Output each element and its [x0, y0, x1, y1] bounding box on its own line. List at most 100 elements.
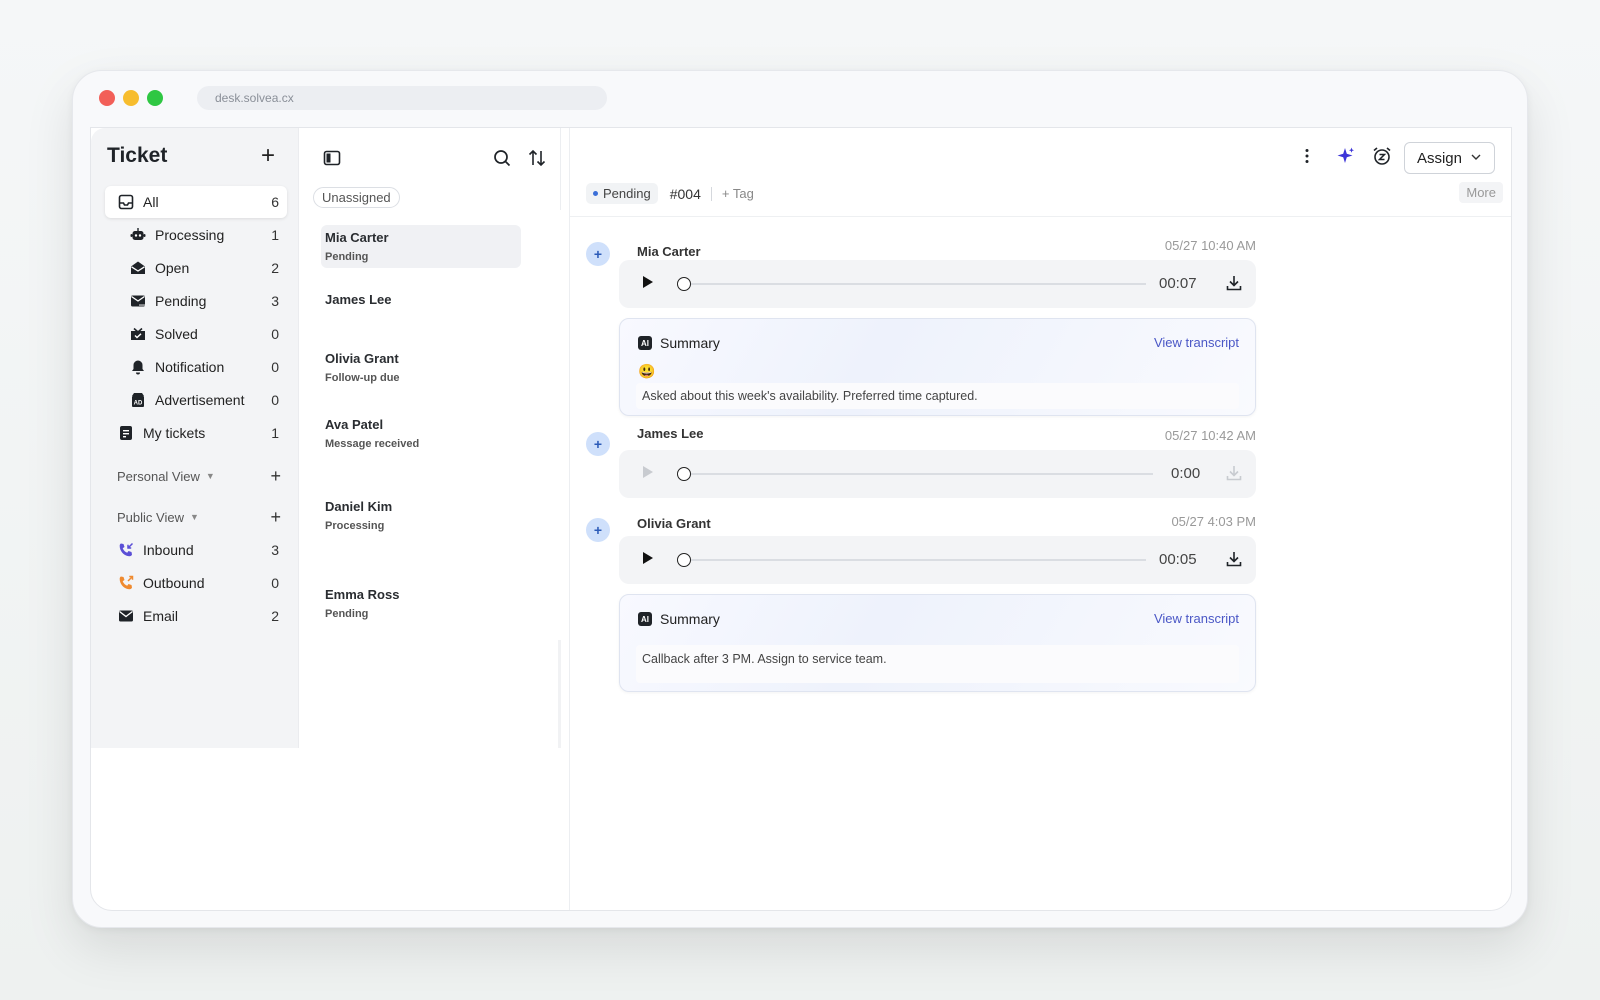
sidebar-item-label: Notification: [155, 359, 225, 375]
ticket-item[interactable]: Olivia Grant Follow-up due: [321, 346, 521, 389]
summary-text: Callback after 3 PM. Assign to service t…: [636, 645, 1239, 683]
sidebar-item-outbound[interactable]: Outbound 0: [105, 567, 287, 599]
audio-progress-track[interactable]: [691, 559, 1146, 561]
ticket-item[interactable]: Daniel Kim Processing: [321, 494, 521, 537]
inbox-icon: [117, 194, 135, 210]
sidebar-item-processing[interactable]: Processing 1: [105, 219, 287, 251]
play-icon[interactable]: [643, 466, 653, 478]
message-time: 05/27 4:03 PM: [1171, 514, 1256, 529]
message-time: 05/27 10:42 AM: [1164, 428, 1256, 443]
sidebar-item-label: My tickets: [143, 425, 206, 441]
add-tag-button[interactable]: + Tag: [722, 186, 754, 201]
filter-chip-unassigned[interactable]: Unassigned: [313, 187, 400, 208]
sidebar-item-label: Processing: [155, 227, 225, 243]
view-transcript-link[interactable]: View transcript: [1154, 611, 1239, 626]
ai-summary-card: AI Summary View transcript 😃 Asked about…: [619, 318, 1256, 416]
add-personal-view-button[interactable]: +: [270, 466, 281, 487]
play-icon[interactable]: [643, 276, 653, 288]
assign-button[interactable]: Assign: [1403, 142, 1495, 174]
status-badge[interactable]: Pending: [586, 183, 658, 204]
avatar: +: [586, 518, 610, 542]
mail-icon: [117, 608, 135, 624]
sidebar-item-count: 0: [271, 359, 279, 375]
audio-player: 00:05: [619, 536, 1256, 584]
ai-summary-card: AI Summary View transcript Callback afte…: [619, 594, 1256, 692]
list-scrollbar[interactable]: [558, 210, 561, 640]
document-icon: [117, 425, 135, 441]
sidebar-item-notification[interactable]: Notification 0: [105, 351, 287, 383]
summary-title: Summary: [660, 335, 720, 351]
ticket-item[interactable]: Ava Patel Message received: [321, 412, 521, 455]
conversation-panel: Assign Pending #004 + Tag More + Mia Car…: [569, 128, 1511, 910]
status-dot: [593, 191, 598, 196]
sidebar-item-inbound[interactable]: Inbound 3: [105, 534, 287, 566]
address-bar[interactable]: desk.solvea.cx: [197, 86, 607, 110]
download-icon[interactable]: [1225, 274, 1243, 297]
call-message: + Mia Carter 05/27 10:40 AM 00:07 AI Sum…: [586, 238, 1256, 416]
more-button[interactable]: More: [1459, 182, 1503, 203]
sidebar-item-all[interactable]: All 6: [105, 186, 287, 218]
personal-view-header[interactable]: Personal View ▼ +: [105, 462, 287, 490]
sidebar-item-label: All: [143, 194, 159, 210]
robot-icon: [129, 227, 147, 243]
audio-progress-track[interactable]: [691, 283, 1146, 285]
ai-sparkle-icon[interactable]: [1336, 146, 1356, 171]
conversation-toolbar: Assign: [1298, 142, 1495, 174]
ai-badge-icon: AI: [638, 336, 652, 350]
more-options-icon[interactable]: [1298, 147, 1316, 170]
sidebar-item-pending[interactable]: Pending 3: [105, 285, 287, 317]
search-icon[interactable]: [493, 149, 511, 172]
sidebar-toggle-icon[interactable]: [323, 149, 341, 172]
sidebar-item-solved[interactable]: Solved 0: [105, 318, 287, 350]
sidebar-item-label: Inbound: [143, 542, 194, 558]
phone-incoming-icon: [117, 542, 135, 558]
sidebar-item-label: Pending: [155, 293, 207, 309]
maximize-window-button[interactable]: [147, 90, 163, 106]
public-view-header[interactable]: Public View ▼ +: [105, 503, 287, 531]
sidebar-item-count: 0: [271, 575, 279, 591]
ticket-meta: Pending #004 + Tag: [586, 183, 754, 204]
view-transcript-link[interactable]: View transcript: [1154, 335, 1239, 350]
audio-seek-handle[interactable]: [677, 467, 691, 481]
mail-pending-icon: [129, 293, 147, 309]
audio-seek-handle[interactable]: [677, 277, 691, 291]
sentiment-emoji: 😃: [638, 363, 656, 379]
ad-icon: AD: [129, 392, 147, 408]
sidebar-item-count: 3: [271, 542, 279, 558]
ticket-item[interactable]: Emma Ross Pending: [321, 582, 521, 625]
sidebar-item-email[interactable]: Email 2: [105, 600, 287, 632]
sender-name: James Lee: [637, 426, 704, 441]
ticket-item[interactable]: Mia Carter Pending: [321, 225, 521, 268]
header-divider: [570, 216, 1511, 217]
audio-duration: 00:07: [1159, 275, 1197, 292]
ticket-name: Olivia Grant: [325, 351, 399, 366]
close-window-button[interactable]: [99, 90, 115, 106]
ticket-list-panel: Unassigned Mia Carter Pending James Lee …: [299, 128, 561, 748]
add-ticket-button[interactable]: +: [261, 144, 275, 168]
minimize-window-button[interactable]: [123, 90, 139, 106]
ticket-status: Message received: [325, 438, 420, 450]
sidebar-item-my-tickets[interactable]: My tickets 1: [105, 417, 287, 449]
sidebar-item-count: 6: [271, 194, 279, 210]
add-public-view-button[interactable]: +: [270, 507, 281, 528]
summary-header: AI Summary: [638, 335, 720, 351]
call-message: + Olivia Grant 05/27 4:03 PM 00:05 AI Su…: [586, 514, 1256, 694]
status-label: Pending: [603, 186, 651, 201]
play-icon[interactable]: [643, 552, 653, 564]
ticket-status: Pending: [325, 251, 369, 263]
sidebar-item-label: Outbound: [143, 575, 205, 591]
audio-progress-track[interactable]: [691, 473, 1153, 475]
download-icon[interactable]: [1225, 464, 1243, 487]
divider: [710, 186, 712, 201]
sidebar-item-count: 0: [271, 392, 279, 408]
download-icon[interactable]: [1225, 550, 1243, 573]
ticket-item[interactable]: James Lee: [321, 287, 521, 318]
snooze-alarm-icon[interactable]: [1372, 146, 1392, 171]
audio-seek-handle[interactable]: [677, 553, 691, 567]
sidebar-item-open[interactable]: Open 2: [105, 252, 287, 284]
sidebar-item-count: 0: [271, 326, 279, 342]
audio-duration: 0:00: [1171, 465, 1201, 482]
ticket-status: Processing: [325, 520, 385, 532]
sidebar-item-advertisement[interactable]: AD Advertisement 0: [105, 384, 287, 416]
sort-icon[interactable]: [527, 149, 547, 172]
